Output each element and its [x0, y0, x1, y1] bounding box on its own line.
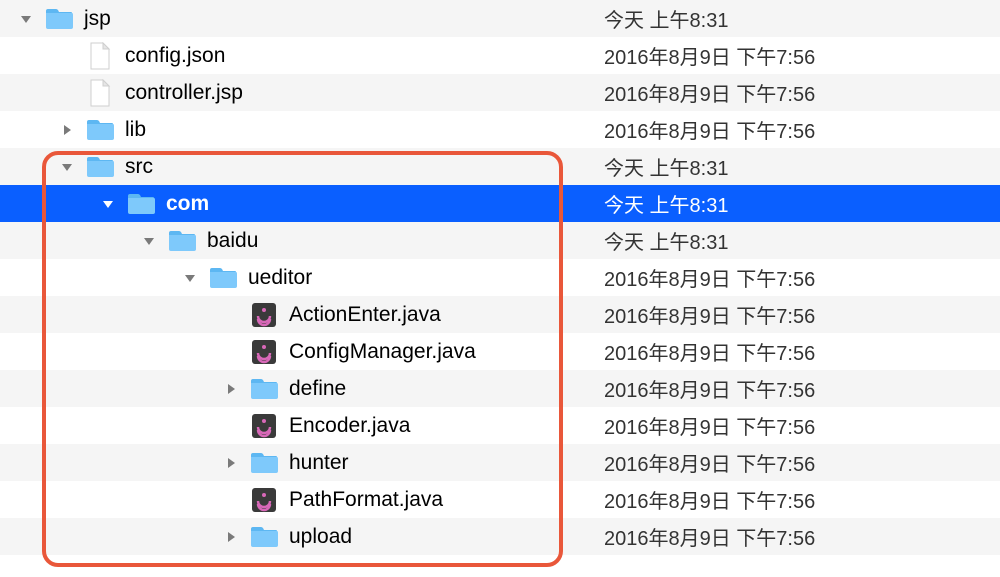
date-modified: 2016年8月9日 下午7:56 [582, 485, 1000, 514]
name-column: hunter [0, 448, 582, 478]
item-name: PathFormat.java [289, 488, 443, 512]
item-name: define [289, 377, 346, 401]
file-icon [85, 41, 115, 71]
date-modified: 2016年8月9日 下午7:56 [582, 300, 1000, 329]
item-name: config.json [125, 44, 225, 68]
file-tree: jsp 今天 上午8:31 config.json 2016年8月9日 下午7:56… [0, 0, 1000, 555]
folder-icon [85, 115, 115, 145]
chevron-down-icon[interactable] [57, 161, 77, 173]
item-name: controller.jsp [125, 81, 243, 105]
name-column: src [0, 152, 582, 182]
name-column: controller.jsp [0, 78, 582, 108]
name-column: lib [0, 115, 582, 145]
item-name: ueditor [248, 266, 312, 290]
name-column: ueditor [0, 263, 582, 293]
date-modified: 2016年8月9日 下午7:56 [582, 522, 1000, 551]
name-column: PathFormat.java [0, 485, 582, 515]
item-name: baidu [207, 229, 258, 253]
chevron-down-icon[interactable] [16, 13, 36, 25]
chevron-down-icon[interactable] [98, 198, 118, 210]
chevron-right-icon[interactable] [57, 124, 77, 136]
date-modified: 2016年8月9日 下午7:56 [582, 41, 1000, 70]
date-modified: 今天 上午8:31 [582, 189, 1000, 218]
folder-icon [126, 189, 156, 219]
date-modified: 2016年8月9日 下午7:56 [582, 115, 1000, 144]
folder-icon [249, 374, 279, 404]
tree-row[interactable]: jsp 今天 上午8:31 [0, 0, 1000, 37]
name-column: baidu [0, 226, 582, 256]
date-modified: 2016年8月9日 下午7:56 [582, 411, 1000, 440]
item-name: com [166, 192, 209, 216]
tree-row[interactable]: controller.jsp 2016年8月9日 下午7:56 [0, 74, 1000, 111]
tree-row[interactable]: PathFormat.java 2016年8月9日 下午7:56 [0, 481, 1000, 518]
name-column: com [0, 189, 582, 219]
name-column: ActionEnter.java [0, 300, 582, 330]
date-modified: 今天 上午8:31 [582, 4, 1000, 33]
tree-row[interactable]: hunter 2016年8月9日 下午7:56 [0, 444, 1000, 481]
name-column: ConfigManager.java [0, 337, 582, 367]
java-file-icon [249, 411, 279, 441]
item-name: jsp [84, 7, 111, 31]
chevron-down-icon[interactable] [180, 272, 200, 284]
item-name: Encoder.java [289, 414, 410, 438]
name-column: jsp [0, 4, 582, 34]
folder-icon [167, 226, 197, 256]
tree-row[interactable]: upload 2016年8月9日 下午7:56 [0, 518, 1000, 555]
tree-row[interactable]: src 今天 上午8:31 [0, 148, 1000, 185]
item-name: hunter [289, 451, 349, 475]
item-name: ActionEnter.java [289, 303, 441, 327]
chevron-right-icon[interactable] [221, 531, 241, 543]
date-modified: 今天 上午8:31 [582, 152, 1000, 181]
tree-row[interactable]: baidu 今天 上午8:31 [0, 222, 1000, 259]
folder-icon [44, 4, 74, 34]
chevron-down-icon[interactable] [139, 235, 159, 247]
tree-row[interactable]: define 2016年8月9日 下午7:56 [0, 370, 1000, 407]
date-modified: 2016年8月9日 下午7:56 [582, 78, 1000, 107]
name-column: config.json [0, 41, 582, 71]
tree-row[interactable]: lib 2016年8月9日 下午7:56 [0, 111, 1000, 148]
file-icon [85, 78, 115, 108]
item-name: ConfigManager.java [289, 340, 476, 364]
folder-icon [208, 263, 238, 293]
item-name: upload [289, 525, 352, 549]
tree-row[interactable]: ActionEnter.java 2016年8月9日 下午7:56 [0, 296, 1000, 333]
date-modified: 2016年8月9日 下午7:56 [582, 337, 1000, 366]
tree-row[interactable]: Encoder.java 2016年8月9日 下午7:56 [0, 407, 1000, 444]
name-column: Encoder.java [0, 411, 582, 441]
item-name: lib [125, 118, 146, 142]
date-modified: 2016年8月9日 下午7:56 [582, 374, 1000, 403]
java-file-icon [249, 337, 279, 367]
java-file-icon [249, 485, 279, 515]
name-column: define [0, 374, 582, 404]
chevron-right-icon[interactable] [221, 383, 241, 395]
date-modified: 2016年8月9日 下午7:56 [582, 448, 1000, 477]
tree-row[interactable]: ConfigManager.java 2016年8月9日 下午7:56 [0, 333, 1000, 370]
date-modified: 今天 上午8:31 [582, 226, 1000, 255]
name-column: upload [0, 522, 582, 552]
date-modified: 2016年8月9日 下午7:56 [582, 263, 1000, 292]
tree-row[interactable]: com 今天 上午8:31 [0, 185, 1000, 222]
folder-icon [249, 448, 279, 478]
tree-row[interactable]: ueditor 2016年8月9日 下午7:56 [0, 259, 1000, 296]
tree-row[interactable]: config.json 2016年8月9日 下午7:56 [0, 37, 1000, 74]
folder-icon [85, 152, 115, 182]
java-file-icon [249, 300, 279, 330]
chevron-right-icon[interactable] [221, 457, 241, 469]
folder-icon [249, 522, 279, 552]
item-name: src [125, 155, 153, 179]
